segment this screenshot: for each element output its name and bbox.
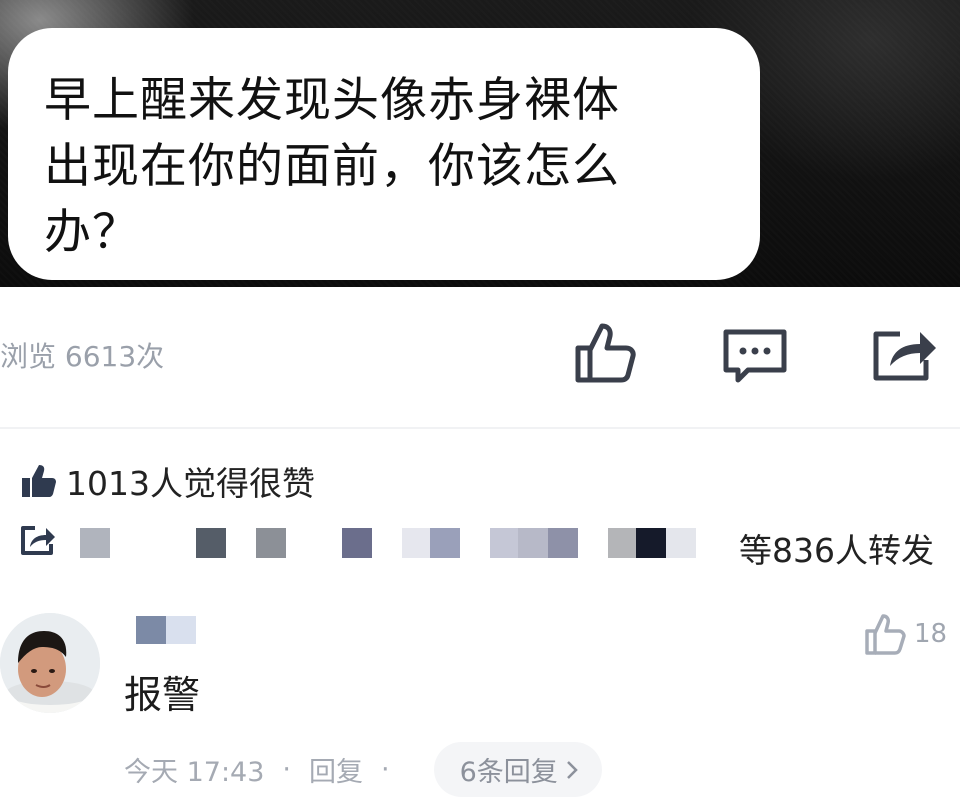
forwarder-avatar[interactable] [608, 528, 638, 558]
thumbs-up-icon [22, 465, 56, 497]
thumbs-up-icon [575, 323, 636, 383]
forwarder-avatar[interactable] [256, 528, 286, 558]
thumbs-up-icon [865, 614, 906, 655]
forwarder-avatar[interactable] [490, 528, 520, 558]
post-image[interactable]: 早上醒来发现头像赤身裸体 出现在你的面前，你该怎么 办？ [0, 0, 960, 287]
name-mosaic-block [166, 616, 196, 644]
forwarder-avatar[interactable] [548, 528, 578, 558]
forwarder-avatar[interactable] [80, 528, 110, 558]
comment-meta: 今天 17:43 · 回复 · 6条回复 [124, 742, 602, 797]
forwarder-avatar[interactable] [430, 528, 460, 558]
commenter-name[interactable] [136, 616, 196, 644]
separator-dot: · [381, 754, 390, 785]
forwarder-avatar[interactable] [342, 528, 372, 558]
forwards-summary[interactable]: 等836人转发 [20, 520, 950, 570]
comment-icon [723, 329, 787, 383]
commenter-name-mosaic [136, 616, 196, 644]
share-button[interactable] [872, 326, 940, 382]
commenter-avatar[interactable] [0, 613, 100, 713]
post-caption: 早上醒来发现头像赤身裸体 出现在你的面前，你该怎么 办？ [44, 73, 620, 260]
divider [0, 427, 960, 429]
view-replies-label: 6条回复 [459, 757, 558, 788]
avatar-image [0, 613, 100, 713]
share-icon [21, 526, 55, 555]
speech-bubble: 早上醒来发现头像赤身裸体 出现在你的面前，你该怎么 办？ [8, 28, 760, 280]
comment-time: 今天 17:43 [124, 757, 265, 788]
comment-button[interactable] [722, 328, 788, 386]
forwarder-avatar[interactable] [518, 528, 548, 558]
comment-like-count: 18 [914, 619, 948, 649]
share-icon [873, 331, 936, 381]
forwarder-avatar[interactable] [636, 528, 666, 558]
forwards-text: 等836人转发 [739, 531, 934, 570]
likes-summary[interactable]: 1013人觉得很赞 [20, 457, 315, 505]
comment-like-button[interactable]: 18 [864, 612, 947, 656]
view-count: 浏览 6613次 [0, 340, 165, 373]
forwarder-avatar[interactable] [402, 528, 432, 558]
forwarder-avatar[interactable] [666, 528, 696, 558]
separator-dot: · [282, 754, 291, 785]
like-button[interactable] [574, 320, 636, 384]
chevron-right-icon [566, 760, 578, 779]
name-mosaic-block [136, 616, 166, 644]
reply-button[interactable]: 回复 [309, 750, 363, 789]
comment-text: 报警 [124, 673, 201, 717]
view-replies-button[interactable]: 6条回复 [433, 742, 602, 797]
forwarder-avatar[interactable] [196, 528, 226, 558]
likes-text: 1013人觉得很赞 [66, 464, 315, 503]
